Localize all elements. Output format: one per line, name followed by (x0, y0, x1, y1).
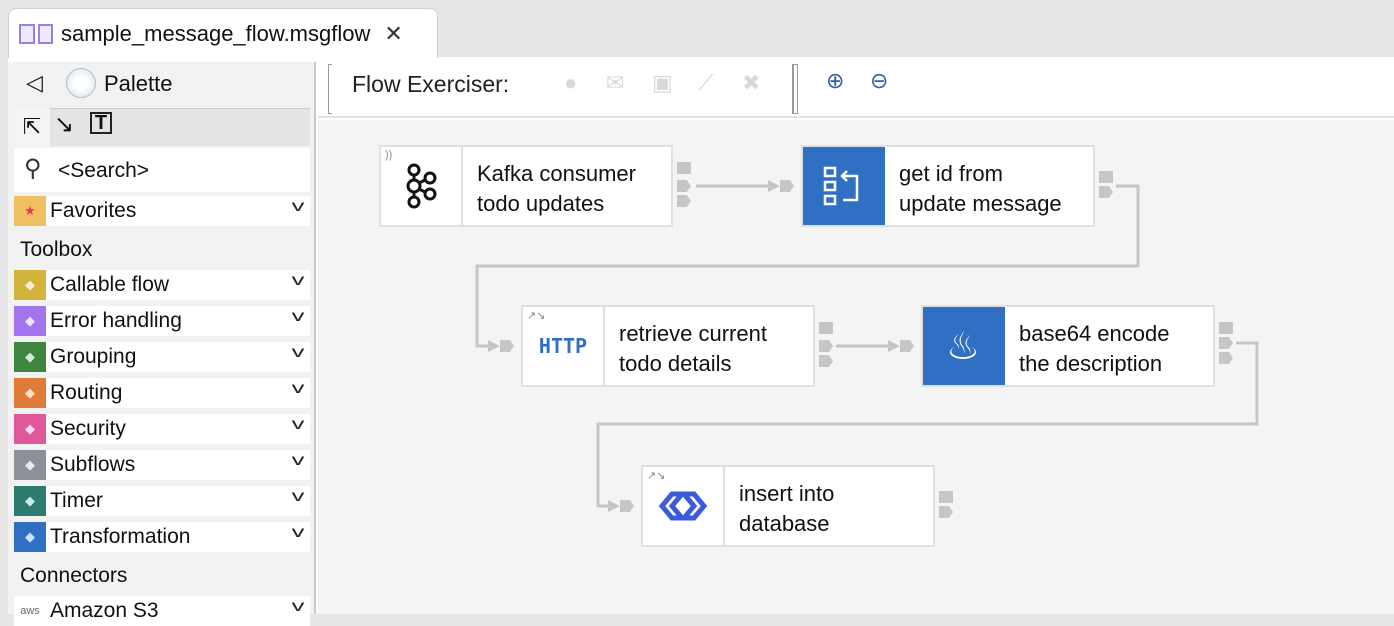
request-badge-icon: ↗↘ (527, 310, 546, 322)
output-terminal[interactable] (819, 322, 833, 334)
kafka-icon: )) (381, 147, 463, 225)
node-label-line: insert into (739, 481, 835, 506)
flow-node[interactable]: ↗↘ insert into database (641, 465, 935, 547)
node-label-line: retrieve current (619, 321, 767, 346)
output-terminal[interactable] (1219, 322, 1233, 334)
flow-node[interactable]: )) Kafka consumer todo updates (379, 145, 673, 227)
input-node-badge-icon: )) (385, 149, 393, 161)
request-badge-icon: ↗↘ (647, 470, 666, 482)
node-label-line: Kafka consumer (477, 161, 636, 186)
node-label-line: todo updates (477, 191, 605, 216)
flow-node[interactable]: ↗↘ HTTP retrieve current todo details (521, 305, 815, 387)
output-terminal[interactable] (939, 491, 953, 503)
node-label-line: base64 encode (1019, 321, 1170, 346)
flow-node[interactable]: get id from update message (801, 145, 1095, 227)
node-label-line: update message (899, 191, 1062, 216)
node-label: Kafka consumer todo updates (463, 147, 636, 225)
node-label-line: todo details (619, 351, 732, 376)
node-label-line: the description (1019, 351, 1163, 376)
node-label-line: database (739, 511, 830, 536)
output-terminal[interactable] (677, 162, 691, 174)
node-label: insert into database (725, 467, 834, 545)
java-icon: ♨ (923, 307, 1005, 385)
node-label: get id from update message (885, 147, 1062, 225)
mapping-icon (803, 147, 885, 225)
node-label-line: get id from (899, 161, 1003, 186)
http-icon: ↗↘ HTTP (523, 307, 605, 385)
flow-node[interactable]: ♨ base64 encode the description (921, 305, 1215, 387)
node-label: base64 encode the description (1005, 307, 1169, 385)
loopback-icon: ↗↘ (643, 467, 725, 545)
output-terminal[interactable] (1099, 171, 1113, 183)
node-label: retrieve current todo details (605, 307, 767, 385)
